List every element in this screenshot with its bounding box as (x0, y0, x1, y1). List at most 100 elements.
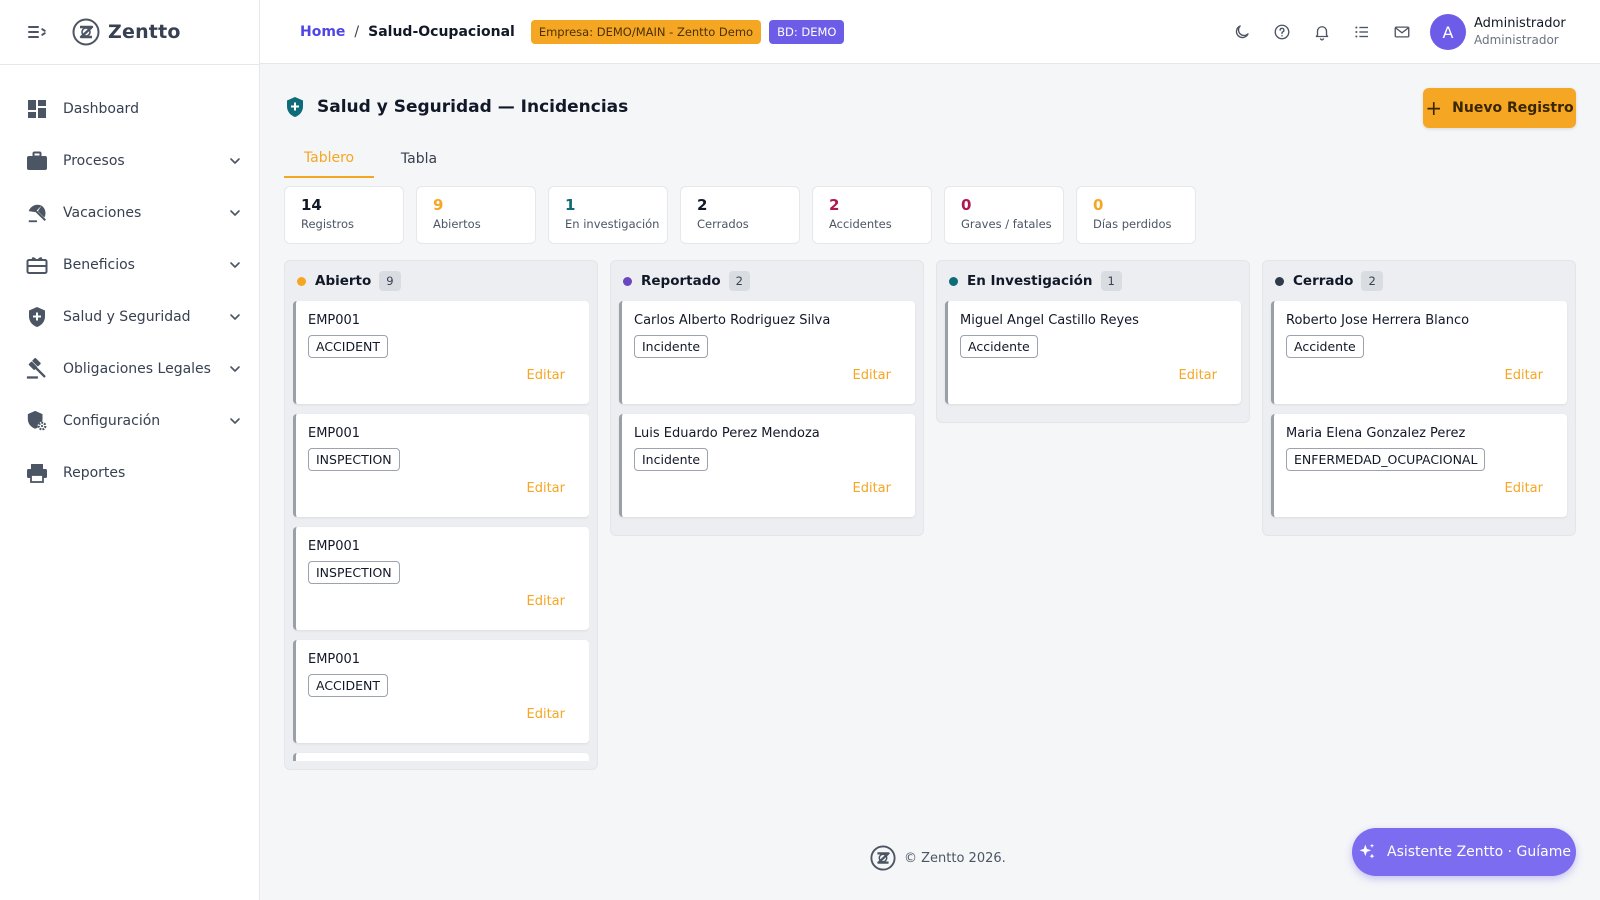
page-title: Salud y Seguridad — Incidencias (317, 97, 629, 117)
kanban-column: En Investigación 1 Miguel Angel Castillo R… (936, 260, 1250, 423)
page-header: Salud y Seguridad — Incidencias (285, 96, 628, 118)
card-title: Miguel Angel Castillo Reyes (960, 313, 1139, 328)
list-icon[interactable] (1350, 20, 1374, 44)
column-header: En Investigación 1 (945, 269, 1241, 293)
incident-type-tag: ACCIDENT (308, 674, 388, 697)
shield-plus-icon (26, 306, 48, 328)
incident-card[interactable]: Carlos Alberto Rodriguez Silva Incidente E… (619, 301, 915, 404)
incident-card[interactable]: Miguel Angel Castillo Reyes Accidente Edit… (945, 301, 1241, 404)
sidebar-item-procesos[interactable]: Procesos (0, 135, 259, 187)
plus-icon: + (1425, 96, 1443, 120)
card-title: Maria Elena Gonzalez Perez (1286, 426, 1466, 441)
shield-plus-icon (287, 97, 303, 117)
edit-link[interactable]: Editar (527, 481, 566, 496)
sidebar-item-label: Salud y Seguridad (63, 309, 191, 325)
incident-card[interactable]: EMP001 INSPECTION Editar (293, 414, 589, 517)
edit-link[interactable]: Editar (853, 481, 892, 496)
sidebar-item-vacaciones[interactable]: Vacaciones (0, 187, 259, 239)
edit-link[interactable]: Editar (527, 594, 566, 609)
breadcrumb-separator: / (354, 23, 360, 40)
incident-card[interactable]: EMP001 INSPECTION Editar (293, 527, 589, 630)
chevron-down-icon (230, 366, 240, 372)
column-header: Cerrado 2 (1271, 269, 1567, 293)
stat-value: 0 (1093, 196, 1104, 214)
sidebar-item-reportes[interactable]: Reportes (0, 447, 259, 499)
edit-link[interactable]: Editar (1179, 368, 1218, 383)
gavel-icon (26, 358, 48, 380)
stat-value: 2 (829, 196, 840, 214)
sidebar-item-dashboard[interactable]: Dashboard (0, 83, 259, 135)
column-count-badge: 2 (728, 271, 750, 291)
database-badge[interactable]: BD: DEMO (769, 19, 845, 44)
tab-tablero[interactable]: Tablero (284, 140, 374, 178)
stat-value: 2 (697, 196, 708, 214)
stat-label: Registros (301, 217, 355, 231)
beach-umbrella-icon (26, 202, 48, 224)
new-record-button[interactable]: + Nuevo Registro (1423, 88, 1576, 128)
stat-value: 1 (565, 196, 576, 214)
avatar[interactable]: A (1430, 14, 1466, 50)
breadcrumb: Home / Salud-Ocupacional (300, 24, 515, 40)
sidebar-item-label: Vacaciones (63, 205, 142, 221)
printer-icon (26, 462, 48, 484)
moon-icon[interactable] (1230, 20, 1254, 44)
sidebar-item-beneficios[interactable]: Beneficios (0, 239, 259, 291)
incident-card[interactable]: Luis Eduardo Perez MendozaIncidenteEdita… (293, 753, 589, 761)
stat-value: 9 (433, 196, 444, 214)
edit-link[interactable]: Editar (853, 368, 892, 383)
status-dot (297, 276, 306, 286)
empresa-badge[interactable]: Empresa: DEMO/MAIN - Zentto Demo (530, 19, 762, 44)
stat-card: 0 Días perdidos (1076, 186, 1196, 244)
chevron-down-icon (230, 314, 240, 320)
brand-name: Zentto (108, 21, 181, 43)
sidebar-item-label: Reportes (63, 465, 126, 481)
sidebar-item-label: Procesos (63, 153, 125, 169)
sidebar-item-obligaciones-legales[interactable]: Obligaciones Legales (0, 343, 259, 395)
column-count-badge: 1 (1100, 271, 1122, 291)
briefcase-icon (26, 150, 48, 172)
status-dot (623, 276, 632, 286)
incident-type-tag: ACCIDENT (308, 335, 388, 358)
logo[interactable]: Zentto (72, 18, 181, 46)
edit-link[interactable]: Editar (1505, 481, 1544, 496)
help-icon[interactable] (1270, 20, 1294, 44)
new-record-label: Nuevo Registro (1452, 100, 1574, 116)
column-title: Reportado (641, 273, 721, 289)
card-title: Carlos Alberto Rodriguez Silva (634, 313, 831, 328)
column-header: Reportado 2 (619, 269, 915, 293)
breadcrumb-home-link[interactable]: Home (300, 24, 345, 40)
stat-label: En investigación (565, 217, 660, 231)
bell-icon[interactable] (1310, 20, 1334, 44)
edit-link[interactable]: Editar (527, 368, 566, 383)
kanban-board: Abierto 9 EMP001 ACCIDENT Editar EMP001 INSPEC… (284, 260, 1588, 770)
card-title: EMP001 (308, 539, 361, 554)
incident-card[interactable]: EMP001 ACCIDENT Editar (293, 301, 589, 404)
column-cards[interactable]: Miguel Angel Castillo Reyes Accidente Edit… (945, 301, 1241, 404)
tab-tabla[interactable]: Tabla (374, 140, 464, 178)
view-tabs: Tablero Tabla (284, 140, 464, 178)
sidebar-item-label: Configuración (63, 413, 161, 429)
edit-link[interactable]: Editar (527, 707, 566, 722)
menu-collapse-icon[interactable] (28, 25, 47, 39)
incident-card[interactable]: Luis Eduardo Perez MendozaIncidenteEdita… (619, 414, 915, 517)
column-cards[interactable]: EMP001 ACCIDENT Editar EMP001 INSPECTION Edit… (293, 301, 589, 761)
edit-link[interactable]: Editar (1505, 368, 1544, 383)
card-title: EMP001 (308, 313, 361, 328)
column-cards[interactable]: Roberto Jose Herrera Blanco Accidente Edit… (1271, 301, 1567, 517)
assistant-button[interactable]: Asistente Zentto · Guíame (1352, 828, 1576, 876)
stats-row: 14 Registros 9 Abiertos 1 En investigación 2 Ce… (284, 186, 1208, 244)
card-title: Luis Eduardo Perez Mendoza (634, 426, 820, 441)
incident-card[interactable]: EMP001 ACCIDENT Editar (293, 640, 589, 743)
sidebar-item-configuracion[interactable]: Configuración (0, 395, 259, 447)
mail-icon[interactable] (1390, 20, 1414, 44)
status-dot (1275, 276, 1284, 286)
column-header: Abierto 9 (293, 269, 589, 293)
kanban-column: Cerrado 2 Roberto Jose Herrera Blanco Accid… (1262, 260, 1576, 536)
sidebar-item-salud-y-seguridad[interactable]: Salud y Seguridad (0, 291, 259, 343)
incident-card[interactable]: Roberto Jose Herrera Blanco Accidente Edit… (1271, 301, 1567, 404)
kanban-column: Abierto 9 EMP001 ACCIDENT Editar EMP001 INSPEC… (284, 260, 598, 770)
breadcrumb-current: Salud-Ocupacional (368, 23, 515, 40)
incident-card[interactable]: Maria Elena Gonzalez Perez ENFERMEDAD_OCU… (1271, 414, 1567, 517)
user-menu[interactable]: A Administrador Administrador (1430, 14, 1566, 50)
column-cards[interactable]: Carlos Alberto Rodriguez Silva Incidente E… (619, 301, 915, 517)
